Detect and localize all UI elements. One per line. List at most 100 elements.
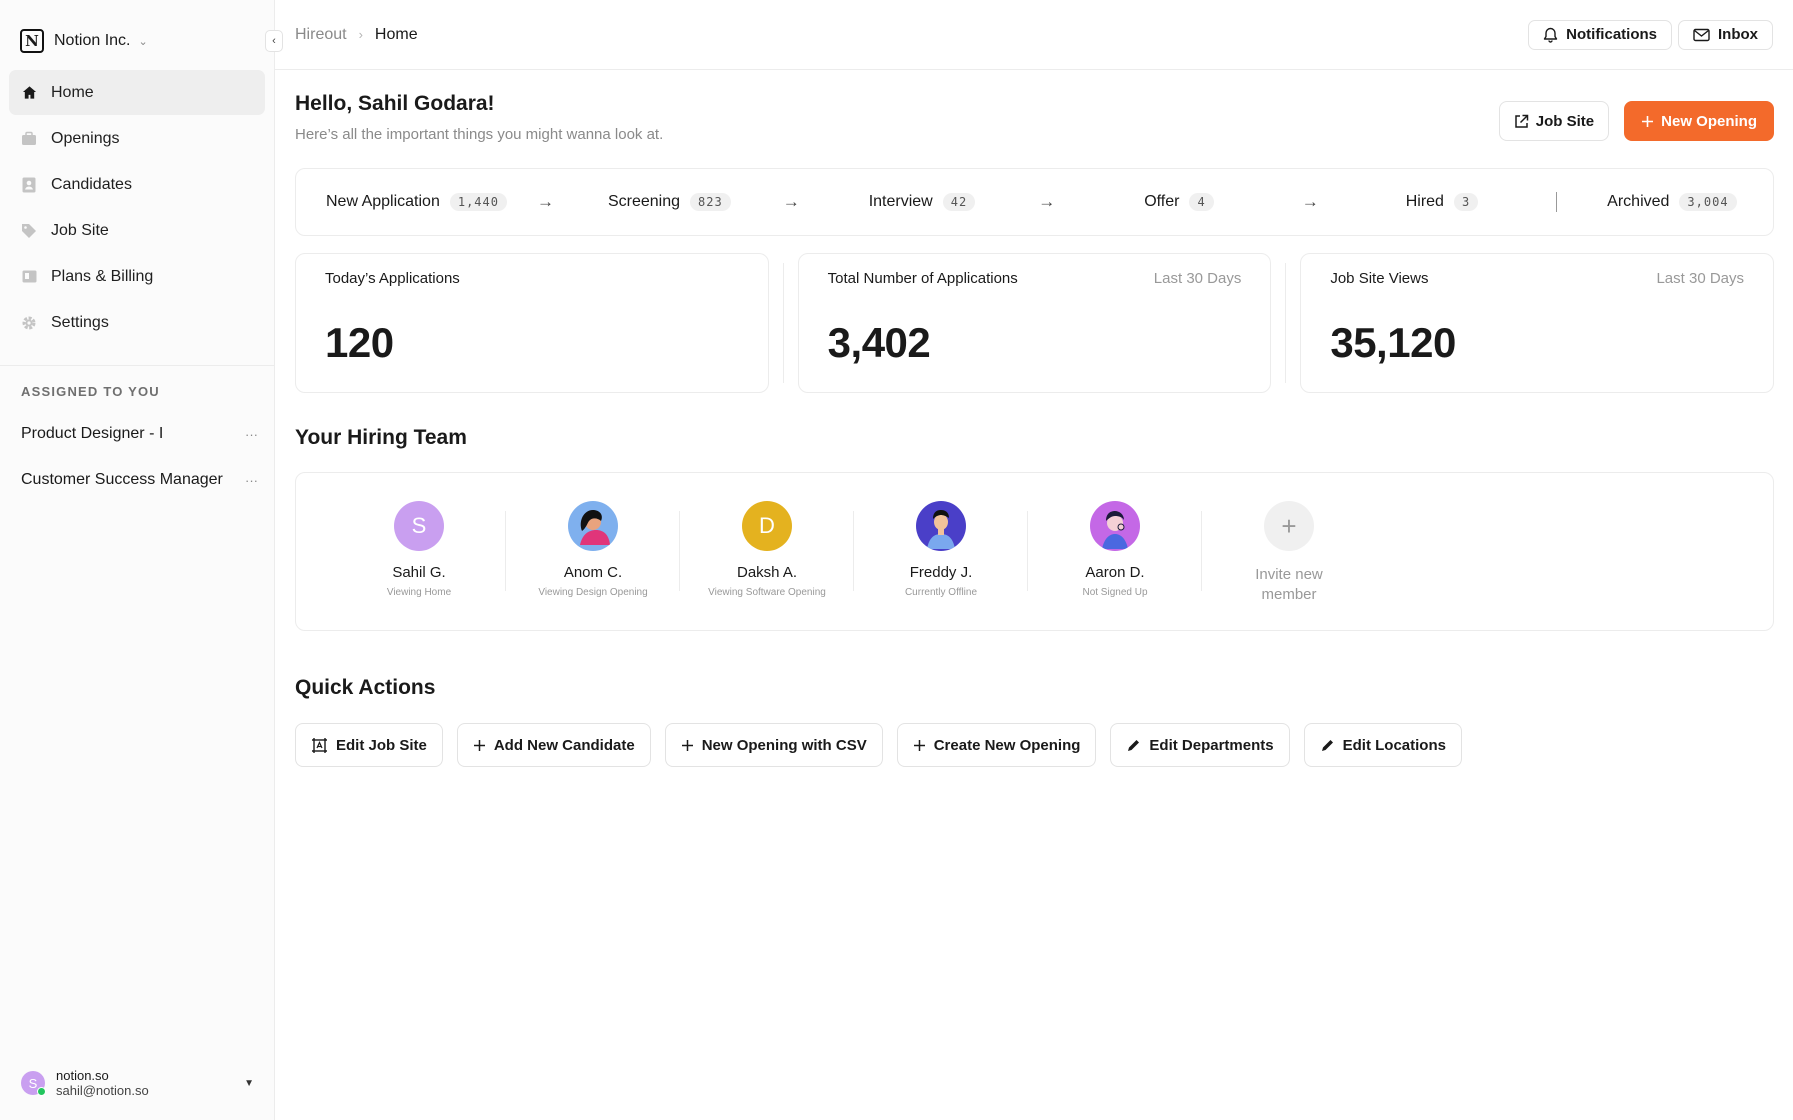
pipeline-stage-interview[interactable]: Interview 42: [869, 193, 976, 211]
billing-icon: [21, 269, 37, 285]
stage-label: Offer: [1144, 193, 1180, 210]
avatar: D: [742, 501, 792, 551]
sidebar-item-label: Plans & Billing: [51, 267, 154, 285]
member-status: Viewing Design Opening: [538, 587, 648, 598]
more-options-icon[interactable]: ···: [245, 427, 258, 442]
avatar: S: [394, 501, 444, 551]
pipeline-stage-hired[interactable]: Hired 3: [1405, 193, 1479, 211]
topbar-actions: Notifications Inbox: [1528, 19, 1773, 50]
user-workspace: notion.so: [56, 1068, 109, 1083]
invite-label: Invite new member: [1255, 565, 1323, 605]
member-status: Currently Offline: [904, 587, 978, 598]
inbox-button[interactable]: Inbox: [1678, 19, 1773, 50]
stage-count-badge: 823: [690, 193, 731, 211]
team-member-aaron[interactable]: Aaron D. Not Signed Up: [1028, 501, 1202, 598]
pipeline-divider: [1556, 192, 1558, 212]
bell-icon: [1543, 27, 1558, 43]
sidebar-divider: [0, 365, 274, 366]
sidebar-item-settings[interactable]: Settings: [9, 300, 265, 345]
edit-job-site-button[interactable]: Edit Job Site: [295, 723, 443, 767]
stage-count-badge: 42: [942, 193, 976, 211]
org-name: Notion Inc.: [54, 32, 131, 49]
stat-period: Last 30 Days: [1656, 270, 1745, 287]
notifications-button[interactable]: Notifications: [1528, 19, 1672, 50]
stat-divider: [782, 263, 784, 383]
assigned-item-product-designer[interactable]: Product Designer - I ···: [0, 411, 274, 457]
frame-icon: [312, 737, 327, 753]
stat-divider: [1285, 263, 1287, 383]
sidebar-item-job-site[interactable]: Job Site: [9, 208, 265, 253]
stage-label: Hired: [1405, 193, 1444, 210]
stage-label: Screening: [607, 193, 681, 210]
team-member-daksh[interactable]: D Daksh A. Viewing Software Opening: [680, 501, 854, 598]
gear-icon: [21, 315, 37, 331]
job-site-button[interactable]: Job Site: [1498, 101, 1610, 141]
user-email: sahil@notion.so: [56, 1083, 149, 1098]
stat-period: Last 30 Days: [1153, 270, 1242, 287]
org-switcher[interactable]: N Notion Inc. ⌄: [20, 20, 262, 62]
assigned-item-customer-success[interactable]: Customer Success Manager ···: [0, 457, 274, 503]
sidebar-item-label: Candidates: [51, 175, 132, 193]
chevron-down-icon: ⌄: [138, 35, 148, 48]
chevron-right-icon: ›: [358, 27, 363, 42]
user-account-menu[interactable]: S notion.so sahil@notion.so ▼: [21, 1068, 254, 1098]
pipeline-stage-screening[interactable]: Screening 823: [608, 193, 731, 211]
sidebar-nav: Home Openings Candidates Job Site Plans …: [0, 70, 274, 345]
edit-locations-button[interactable]: Edit Locations: [1303, 723, 1462, 767]
caret-down-icon[interactable]: ▼: [244, 1078, 254, 1089]
quick-action-label: Edit Locations: [1342, 736, 1446, 754]
member-status: Viewing Home: [386, 587, 452, 598]
main-area: Hireout › Home Notifications Inbox Hello…: [275, 0, 1793, 1120]
stage-count-badge: 3: [1453, 193, 1479, 211]
stage-label: New Application: [326, 193, 440, 210]
invite-line-1: Invite new: [1255, 566, 1323, 583]
tag-icon: [21, 223, 37, 239]
briefcase-icon: [21, 131, 37, 147]
new-opening-button[interactable]: New Opening: [1624, 101, 1774, 141]
more-options-icon[interactable]: ···: [245, 473, 258, 488]
create-new-opening-button[interactable]: Create New Opening: [896, 723, 1097, 767]
avatar: [1090, 501, 1140, 551]
sidebar-item-openings[interactable]: Openings: [9, 116, 265, 161]
plus-icon: +: [1264, 501, 1314, 551]
avatar: [568, 501, 618, 551]
member-name: Daksh A.: [736, 564, 798, 581]
team-member-anom[interactable]: Anom C. Viewing Design Opening: [506, 501, 680, 598]
quick-action-label: Create New Opening: [933, 736, 1081, 754]
page-title: Hello, Sahil Godara!: [295, 92, 495, 115]
edit-departments-button[interactable]: Edit Departments: [1110, 723, 1290, 767]
invite-member-button[interactable]: + Invite new member: [1202, 501, 1376, 605]
stat-value: 35,120: [1330, 319, 1456, 366]
person-illustration-icon: [1102, 511, 1128, 549]
team-member-sahil[interactable]: S Sahil G. Viewing Home: [332, 501, 506, 598]
sidebar-item-candidates[interactable]: Candidates: [9, 162, 265, 207]
pipeline-bar: New Application 1,440 → Screening 823 → …: [295, 168, 1774, 236]
pipeline-stage-archived[interactable]: Archived 3,004: [1607, 193, 1737, 211]
assigned-item-label: Product Designer - I: [21, 425, 164, 442]
team-member-freddy[interactable]: Freddy J. Currently Offline: [854, 501, 1028, 598]
plus-icon: [473, 739, 485, 751]
pipeline-stage-offer[interactable]: Offer 4: [1144, 193, 1214, 211]
new-opening-csv-button[interactable]: New Opening with CSV: [664, 723, 883, 767]
member-status: Viewing Software Opening: [708, 587, 826, 598]
arrow-right-icon: →: [536, 192, 554, 211]
inbox-label: Inbox: [1718, 26, 1758, 43]
breadcrumb-root[interactable]: Hireout: [295, 26, 347, 44]
external-link-icon: [1515, 114, 1529, 128]
quick-actions-row: Edit Job Site Add New Candidate New Open…: [295, 723, 1774, 767]
job-site-label: Job Site: [1535, 112, 1595, 130]
stats-row: Today’s Applications 120 Total Number of…: [295, 253, 1775, 393]
sidebar-item-home[interactable]: Home: [9, 70, 265, 115]
stat-label: Total Number of Applications: [827, 270, 1018, 287]
sidebar-item-plans-billing[interactable]: Plans & Billing: [9, 254, 265, 299]
pencil-icon: [1321, 739, 1333, 751]
assigned-item-label: Customer Success Manager: [21, 471, 223, 488]
arrow-right-icon: →: [1038, 192, 1056, 211]
hiring-team-title: Your Hiring Team: [295, 426, 467, 449]
pipeline-stage-new-application[interactable]: New Application 1,440: [326, 193, 507, 211]
assigned-section-title: ASSIGNED TO YOU: [21, 384, 160, 399]
add-new-candidate-button[interactable]: Add New Candidate: [456, 723, 651, 767]
new-opening-label: New Opening: [1661, 112, 1757, 130]
sidebar-item-label: Job Site: [51, 221, 109, 239]
avatar: S: [21, 1071, 46, 1096]
